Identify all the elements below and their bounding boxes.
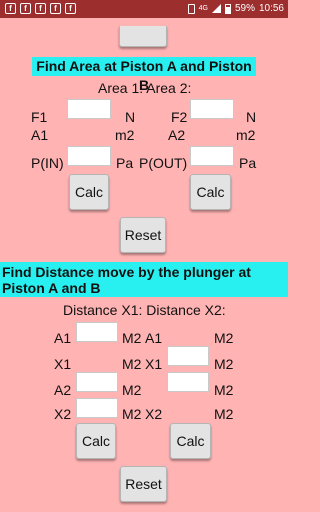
facebook-notification-icon: f — [20, 3, 31, 14]
dist-a2-label-left: A2 — [54, 382, 72, 398]
a1-unit: m2 — [115, 127, 135, 143]
clock: 10:56 — [258, 3, 284, 14]
dist-a1-label-right: A1 — [145, 330, 163, 346]
distance-reset-button[interactable]: Reset — [120, 466, 167, 502]
dist-x2-label-right: X2 — [145, 406, 163, 422]
vibrate-icon — [187, 3, 195, 14]
f2-input[interactable] — [190, 99, 234, 119]
dist-a2-unit-right: M2 — [214, 382, 234, 398]
p-out-label: P(OUT) — [139, 155, 188, 171]
dist-a2-unit-left: M2 — [122, 382, 142, 398]
dist-a2-input-left[interactable] — [76, 372, 118, 392]
dist-x2-label-left: X2 — [54, 406, 72, 422]
distance-calc-button-2[interactable]: Calc — [170, 423, 211, 459]
signal-icon — [211, 4, 221, 13]
f2-unit: N — [246, 109, 257, 125]
p-in-unit: Pa — [116, 155, 134, 171]
facebook-notification-icon: f — [65, 3, 76, 14]
dist-x1-unit-right: M2 — [214, 356, 234, 372]
f1-label: F1 — [31, 109, 48, 125]
a2-unit: m2 — [236, 127, 256, 143]
p-out-input[interactable] — [190, 146, 234, 166]
notification-icons: f f f f f — [5, 3, 76, 14]
dist-a1-unit-left: M2 — [122, 330, 142, 346]
battery-icon — [224, 3, 231, 14]
f2-label: F2 — [171, 109, 188, 125]
area-section-heading: Find Area at Piston A and Piston B — [32, 57, 256, 93]
dist-x2-input-left[interactable] — [76, 398, 118, 418]
dist-a2-input-right[interactable] — [167, 372, 209, 392]
distance-sub-heading: Distance X1: Distance X2: — [63, 302, 226, 318]
p-in-label: P(IN) — [31, 155, 64, 171]
dist-x1-label-left: X1 — [54, 356, 72, 372]
status-bar: f f f f f 4G 59% 10:56 — [0, 0, 288, 18]
dist-x1-unit-left: M2 — [122, 356, 142, 372]
facebook-notification-icon: f — [5, 3, 16, 14]
p-out-unit: Pa — [239, 155, 257, 171]
dist-a1-label-left: A1 — [54, 330, 72, 346]
top-button[interactable] — [119, 26, 167, 47]
area-calc-button-2[interactable]: Calc — [190, 174, 231, 210]
dist-a1-unit-right: M2 — [214, 330, 234, 346]
area-sub-heading: Area 1: Area 2: — [98, 80, 192, 96]
dist-x2-unit-right: M2 — [214, 406, 234, 422]
f1-unit: N — [125, 109, 136, 125]
dist-a1-input-left[interactable] — [76, 322, 118, 342]
facebook-notification-icon: f — [35, 3, 46, 14]
dist-x2-unit-left: M2 — [122, 406, 142, 422]
a1-label: A1 — [31, 127, 49, 143]
facebook-notification-icon: f — [50, 3, 61, 14]
distance-calc-button-1[interactable]: Calc — [76, 423, 116, 459]
area-calc-button-1[interactable]: Calc — [69, 174, 109, 210]
network-type: 4G — [198, 5, 208, 12]
p-in-input[interactable] — [67, 146, 111, 166]
distance-section-heading: Find Distance move by the plunger at Pis… — [0, 262, 288, 297]
dist-x1-input-right[interactable] — [167, 346, 209, 366]
battery-percent: 59% — [234, 3, 255, 14]
a2-label: A2 — [168, 127, 186, 143]
area-reset-button[interactable]: Reset — [120, 217, 166, 253]
dist-x1-label-right: X1 — [145, 356, 163, 372]
system-icons: 4G 59% 10:56 — [187, 3, 284, 14]
f1-input[interactable] — [67, 99, 111, 119]
